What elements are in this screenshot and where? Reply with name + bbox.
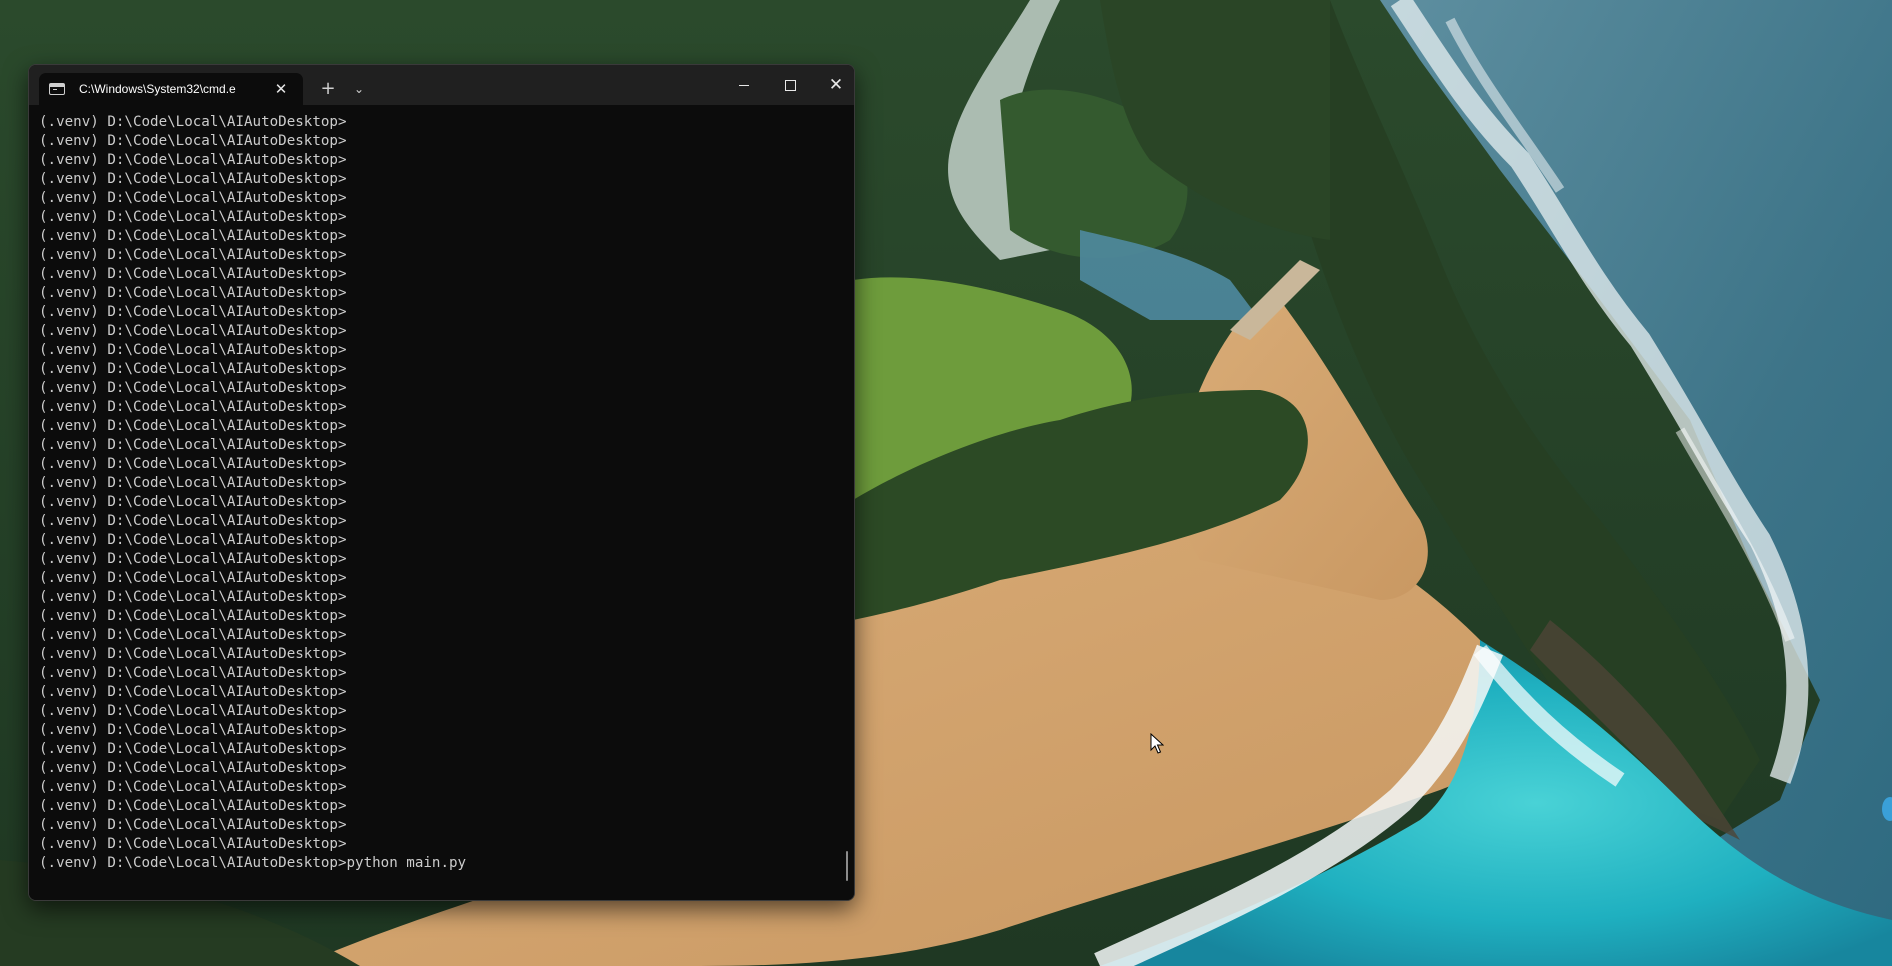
console-line: (.venv) D:\Code\Local\AIAutoDesktop>	[39, 228, 347, 244]
console-line: (.venv) D:\Code\Local\AIAutoDesktop>	[39, 437, 347, 453]
console-line: (.venv) D:\Code\Local\AIAutoDesktop>	[39, 475, 347, 491]
chevron-down-icon[interactable]: ⌄	[347, 77, 371, 101]
console-line: (.venv) D:\Code\Local\AIAutoDesktop>	[39, 171, 347, 187]
console-line: (.venv) D:\Code\Local\AIAutoDesktop>	[39, 684, 347, 700]
console-line: (.venv) D:\Code\Local\AIAutoDesktop>	[39, 114, 347, 130]
console-line: (.venv) D:\Code\Local\AIAutoDesktop>	[39, 304, 347, 320]
console-line: (.venv) D:\Code\Local\AIAutoDesktop>	[39, 570, 347, 586]
console-line: (.venv) D:\Code\Local\AIAutoDesktop>	[39, 836, 347, 852]
console-line: (.venv) D:\Code\Local\AIAutoDesktop>	[39, 133, 347, 149]
maximize-button[interactable]	[767, 65, 813, 105]
minimize-icon	[739, 85, 749, 86]
console-line: (.venv) D:\Code\Local\AIAutoDesktop>pyth…	[39, 855, 467, 871]
console-icon	[49, 83, 65, 95]
console-line: (.venv) D:\Code\Local\AIAutoDesktop>	[39, 798, 347, 814]
console-line: (.venv) D:\Code\Local\AIAutoDesktop>	[39, 418, 347, 434]
console-line: (.venv) D:\Code\Local\AIAutoDesktop>	[39, 703, 347, 719]
minimize-button[interactable]	[721, 65, 767, 105]
console-line: (.venv) D:\Code\Local\AIAutoDesktop>	[39, 266, 347, 282]
console-line: (.venv) D:\Code\Local\AIAutoDesktop>	[39, 760, 347, 776]
console-line: (.venv) D:\Code\Local\AIAutoDesktop>	[39, 209, 347, 225]
console-line: (.venv) D:\Code\Local\AIAutoDesktop>	[39, 456, 347, 472]
console-line: (.venv) D:\Code\Local\AIAutoDesktop>	[39, 399, 347, 415]
terminal-titlebar[interactable]: C:\Windows\System32\cmd.e ✕ + ⌄ ✕	[29, 65, 854, 105]
console-line: (.venv) D:\Code\Local\AIAutoDesktop>	[39, 342, 347, 358]
console-line: (.venv) D:\Code\Local\AIAutoDesktop>	[39, 551, 347, 567]
tab-close-icon[interactable]: ✕	[271, 79, 291, 99]
console-line: (.venv) D:\Code\Local\AIAutoDesktop>	[39, 380, 347, 396]
scrollbar-thumb[interactable]	[846, 851, 848, 881]
console-line: (.venv) D:\Code\Local\AIAutoDesktop>	[39, 513, 347, 529]
console-line: (.venv) D:\Code\Local\AIAutoDesktop>	[39, 361, 347, 377]
close-button[interactable]: ✕	[813, 65, 854, 105]
mouse-cursor-icon	[1150, 733, 1164, 754]
tab-title: C:\Windows\System32\cmd.e	[79, 82, 236, 96]
close-icon: ✕	[828, 75, 844, 95]
console-line: (.venv) D:\Code\Local\AIAutoDesktop>	[39, 665, 347, 681]
maximize-icon	[784, 80, 796, 91]
edge-indicator	[1882, 797, 1892, 821]
console-line: (.venv) D:\Code\Local\AIAutoDesktop>	[39, 285, 347, 301]
tab-cmd[interactable]: C:\Windows\System32\cmd.e ✕	[39, 73, 303, 105]
console-line: (.venv) D:\Code\Local\AIAutoDesktop>	[39, 190, 347, 206]
console-line: (.venv) D:\Code\Local\AIAutoDesktop>	[39, 494, 347, 510]
console-line: (.venv) D:\Code\Local\AIAutoDesktop>	[39, 627, 347, 643]
console-output[interactable]: (.venv) D:\Code\Local\AIAutoDesktop> (.ve…	[29, 105, 854, 900]
terminal-window[interactable]: C:\Windows\System32\cmd.e ✕ + ⌄ ✕ (.venv…	[28, 64, 855, 901]
console-line: (.venv) D:\Code\Local\AIAutoDesktop>	[39, 589, 347, 605]
console-line: (.venv) D:\Code\Local\AIAutoDesktop>	[39, 532, 347, 548]
console-line: (.venv) D:\Code\Local\AIAutoDesktop>	[39, 323, 347, 339]
console-line: (.venv) D:\Code\Local\AIAutoDesktop>	[39, 741, 347, 757]
console-line: (.venv) D:\Code\Local\AIAutoDesktop>	[39, 722, 347, 738]
desktop: C:\Windows\System32\cmd.e ✕ + ⌄ ✕ (.venv…	[0, 0, 1892, 966]
console-line: (.venv) D:\Code\Local\AIAutoDesktop>	[39, 817, 347, 833]
console-line: (.venv) D:\Code\Local\AIAutoDesktop>	[39, 152, 347, 168]
console-line: (.venv) D:\Code\Local\AIAutoDesktop>	[39, 608, 347, 624]
console-line: (.venv) D:\Code\Local\AIAutoDesktop>	[39, 646, 347, 662]
console-line: (.venv) D:\Code\Local\AIAutoDesktop>	[39, 247, 347, 263]
new-tab-button[interactable]: +	[315, 77, 341, 101]
console-line: (.venv) D:\Code\Local\AIAutoDesktop>	[39, 779, 347, 795]
